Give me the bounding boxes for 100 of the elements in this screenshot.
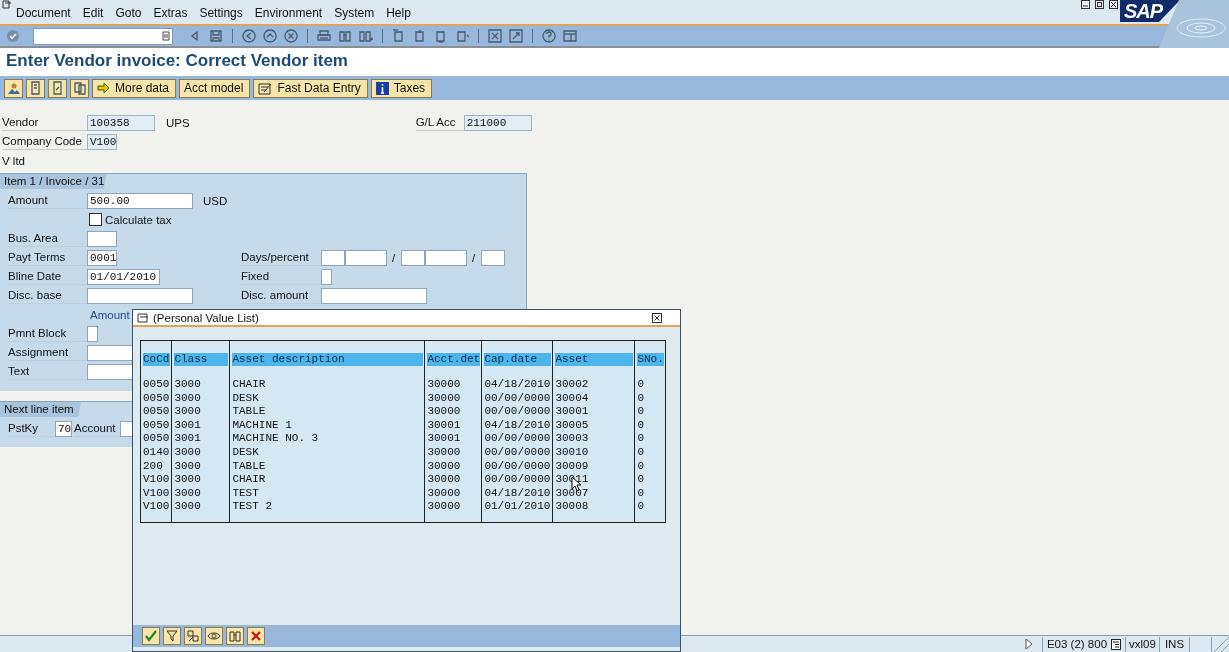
table-cell: 30008 (552, 500, 635, 514)
amount-field[interactable]: 500.00 (87, 192, 193, 209)
table-cell: 30009 (552, 459, 635, 474)
table-cell: 30001 (552, 405, 635, 419)
column-header[interactable]: Cap.date (484, 353, 552, 366)
table-cell: 04/18/2010 (481, 418, 553, 433)
table-cell: 00/00/0000 (481, 391, 553, 406)
table-cell: 30002 (552, 378, 635, 392)
table-cell: 30000 (424, 486, 482, 501)
separator: / (472, 251, 477, 264)
toolbar-button[interactable]: Acct model (179, 78, 251, 98)
table-cell: 30000 (424, 391, 482, 406)
table-cell: 00/00/0000 (481, 473, 553, 487)
table-cell: 00/00/0000 (481, 445, 553, 460)
table-cell: 3000 (171, 378, 230, 392)
table-cell: 0 (634, 432, 666, 446)
system-info: E03 (2) 800 (1042, 636, 1125, 652)
table-cell: 04/18/2010 (481, 378, 553, 392)
table-cell: MACHINE 1 (229, 418, 425, 433)
table-cell: 0 (634, 378, 666, 392)
posting-key-field[interactable]: 70 (55, 420, 72, 437)
table-cell: 00/00/0000 (481, 432, 553, 446)
baseline-date-field[interactable]: 01/01/2010 (87, 268, 160, 285)
table-cell: 0050 (140, 432, 172, 446)
table-cell: 0 (634, 445, 666, 460)
input-mode: INS (1159, 636, 1189, 652)
table-cell: 0 (634, 486, 666, 501)
table-cell: V100 (140, 473, 172, 487)
toolbar-button[interactable]: Fast Data Entry (253, 78, 368, 98)
field-label: G/L Acc (415, 114, 464, 131)
table-cell: 0050 (140, 418, 172, 433)
server-name: vxl09 (1125, 636, 1159, 652)
column-header[interactable]: Class (174, 353, 229, 366)
table-cell: 200 (140, 459, 172, 474)
table-cell: 04/18/2010 (481, 486, 553, 501)
table-cell: V100 (140, 486, 172, 501)
table-cell: 30000 (424, 445, 482, 460)
menu-item[interactable]: Edit (82, 6, 104, 20)
checkbox-label: Calculate tax (105, 213, 172, 226)
table-cell: 3000 (171, 405, 230, 419)
menu-item[interactable]: Settings (199, 6, 243, 20)
menu-item[interactable]: Goto (115, 6, 142, 20)
group-label: Amount (90, 308, 130, 321)
table-cell: TABLE (229, 405, 425, 419)
table-cell: 30000 (424, 500, 482, 514)
menu-item[interactable]: Environment (254, 6, 323, 20)
separator: / (392, 251, 397, 264)
table-cell: 0 (634, 418, 666, 433)
table-cell: TEST (229, 486, 425, 501)
table-cell: 3000 (171, 486, 230, 501)
column-header[interactable]: CoCd (143, 353, 171, 366)
table-cell: TABLE (229, 459, 425, 474)
table-cell: CHAIR (229, 473, 425, 487)
column-header[interactable]: Acct.det (427, 353, 481, 366)
table-cell: 3001 (171, 418, 230, 433)
table-cell: 3000 (171, 459, 230, 474)
column-header[interactable]: Asset (555, 353, 634, 366)
table-cell: 0050 (140, 378, 172, 392)
company-name: V ltd (2, 154, 25, 167)
table-cell: 01/01/2010 (481, 500, 553, 514)
table-cell: 0 (634, 391, 666, 406)
table-cell: 00/00/0000 (481, 459, 553, 474)
vendor-field[interactable]: 100358 (87, 114, 155, 131)
table-cell: 30005 (552, 418, 635, 433)
vendor-name: UPS (166, 116, 190, 129)
table-cell: 30000 (424, 405, 482, 419)
table-cell: 0140 (140, 445, 172, 460)
table-cell: 0 (634, 473, 666, 487)
table-cell: 00/00/0000 (481, 405, 553, 419)
menu-item[interactable]: Help (386, 6, 411, 20)
table-cell: 30001 (424, 418, 482, 433)
screen-title: Enter Vendor invoice: Correct Vendor item (6, 51, 348, 71)
table-cell: 30000 (424, 378, 482, 392)
currency: USD (203, 194, 228, 207)
table-cell: 30000 (424, 473, 482, 487)
column-header[interactable]: Asset description (232, 353, 424, 366)
menu-item[interactable]: Extras (153, 6, 188, 20)
gl-account-field[interactable]: 211000 (463, 114, 532, 131)
payment-terms-field[interactable]: 0001 (87, 249, 117, 266)
company-code-field[interactable]: V100 (87, 133, 117, 150)
table-cell: DESK (229, 391, 425, 406)
table-cell: 0050 (140, 391, 172, 406)
table-cell: TEST 2 (229, 500, 425, 514)
table-cell: 0050 (140, 405, 172, 419)
toolbar-button[interactable]: More data (92, 78, 177, 98)
table-cell: CHAIR (229, 378, 425, 392)
table-cell: 30003 (552, 432, 635, 446)
column-header[interactable]: SNo. (637, 353, 665, 366)
table-cell: MACHINE NO. 3 (229, 432, 425, 446)
table-cell: 0 (634, 459, 666, 474)
table-cell: 0 (634, 500, 666, 514)
toolbar-button[interactable]: Taxes (370, 78, 433, 98)
table-cell: 3000 (171, 473, 230, 487)
menu-item[interactable]: Document (16, 6, 71, 20)
table-cell: 30004 (552, 391, 635, 406)
menu-item[interactable]: System (334, 6, 375, 20)
table-cell: V100 (140, 500, 172, 514)
table-cell: DESK (229, 445, 425, 460)
table-cell: 30010 (552, 445, 635, 460)
table-cell: 3001 (171, 432, 230, 446)
